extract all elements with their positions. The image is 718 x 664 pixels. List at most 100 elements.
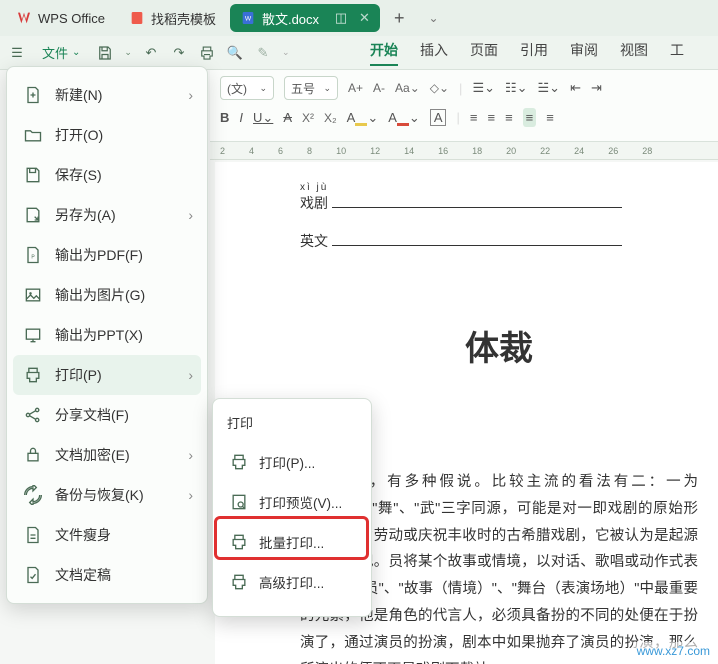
window-icon[interactable]: ◫ <box>333 10 349 26</box>
backup-icon <box>23 485 43 505</box>
tab-document-label: 散文.docx <box>262 9 319 28</box>
bold-button[interactable]: B <box>220 110 229 125</box>
save-icon[interactable] <box>96 44 114 62</box>
close-icon[interactable]: ✕ <box>359 10 370 26</box>
italic-button[interactable]: I <box>239 110 243 125</box>
file-menu-button[interactable]: 文件 ⌄ <box>36 41 86 64</box>
folder-open-icon <box>23 125 43 145</box>
clear-format-button[interactable]: ◇⌄ <box>430 81 449 95</box>
advanced-print-icon <box>229 572 249 592</box>
increase-font-button[interactable]: A+ <box>348 81 363 95</box>
tab-app[interactable]: WPS Office <box>6 4 115 32</box>
file-slim-icon <box>23 525 43 545</box>
menu-label: 文档加密(E) <box>55 445 130 465</box>
underline-button[interactable]: U⌄ <box>253 110 273 126</box>
printer-icon <box>23 365 43 385</box>
indent-button[interactable]: ⇤ <box>570 80 581 96</box>
doc-label-2: 英文 <box>300 231 698 251</box>
submenu-batch-print[interactable]: 批量打印... <box>221 522 363 562</box>
subscript-button[interactable]: X₂ <box>324 111 337 125</box>
pdf-icon: P <box>23 245 43 265</box>
chevron-down-icon: ⌄ <box>72 47 80 58</box>
image-icon <box>23 285 43 305</box>
align-justify-button[interactable]: ≡ <box>523 108 537 127</box>
highlight-button[interactable]: A⌄ <box>388 110 420 126</box>
superscript-button[interactable]: X² <box>302 111 314 125</box>
menu-final[interactable]: 文档定稿 <box>13 555 201 595</box>
align-center-button[interactable]: ≡ <box>487 110 495 125</box>
menu-label: 文档定稿 <box>55 565 111 585</box>
watermark: www.xz7.com <box>633 642 714 660</box>
tab-menu-chevron-icon[interactable]: ⌄ <box>418 11 448 25</box>
word-doc-icon: W <box>240 10 256 26</box>
strike-button[interactable]: A <box>283 110 292 125</box>
char-border-button[interactable]: A <box>430 109 447 126</box>
undo-icon[interactable]: ↶ <box>142 44 160 62</box>
menu-saveas[interactable]: 另存为(A) › <box>13 195 201 235</box>
menu-new[interactable]: 新建(N) › <box>13 75 201 115</box>
ribbon-tab-reference[interactable]: 引用 <box>520 40 548 66</box>
menu-save[interactable]: 保存(S) <box>13 155 201 195</box>
distribute-button[interactable]: ≡ <box>546 110 554 125</box>
printer-icon <box>229 452 249 472</box>
ribbon-tab-insert[interactable]: 插入 <box>420 40 448 66</box>
font-color-button[interactable]: A⌄ <box>347 110 379 126</box>
ribbon-tab-page[interactable]: 页面 <box>470 40 498 66</box>
submenu-advanced-print[interactable]: 高级打印... <box>221 562 363 602</box>
number-list-button[interactable]: ☷⌄ <box>505 80 528 96</box>
save-icon <box>23 165 43 185</box>
menu-print[interactable]: 打印(P) › <box>13 355 201 395</box>
tab-app-label: WPS Office <box>38 11 105 26</box>
file-final-icon <box>23 565 43 585</box>
multilevel-list-button[interactable]: ☱⌄ <box>538 80 561 96</box>
align-left-button[interactable]: ≡ <box>470 110 478 125</box>
preview-icon[interactable]: 🔍 <box>226 44 244 62</box>
hamburger-icon[interactable]: ☰ <box>8 44 26 62</box>
chevron-down-icon[interactable]: ⌄ <box>124 47 132 58</box>
submenu-label: 高级打印... <box>259 572 324 592</box>
submenu-label: 打印(P)... <box>259 452 315 472</box>
ribbon-tab-tool[interactable]: 工 <box>670 40 684 66</box>
redo-icon[interactable]: ↷ <box>170 44 188 62</box>
tab-template-label: 找稻壳模板 <box>151 9 216 28</box>
menu-export-image[interactable]: 输出为图片(G) <box>13 275 201 315</box>
doc-label-1: 戏剧 <box>300 193 698 213</box>
menu-encrypt[interactable]: 文档加密(E) › <box>13 435 201 475</box>
new-tab-button[interactable]: + <box>384 8 415 29</box>
ruler: 246810121416182022242628 <box>210 142 718 160</box>
menu-label: 新建(N) <box>55 85 102 105</box>
ribbon-tab-start[interactable]: 开始 <box>370 40 398 66</box>
ribbon-tab-view[interactable]: 视图 <box>620 40 648 66</box>
font-size-select[interactable]: 五号 ⌄ <box>284 76 338 100</box>
menu-slim[interactable]: 文件瘦身 <box>13 515 201 555</box>
submenu-preview[interactable]: 打印预览(V)... <box>221 482 363 522</box>
menu-label: 备份与恢复(K) <box>55 485 144 505</box>
svg-text:W: W <box>245 16 252 23</box>
template-icon <box>129 10 145 26</box>
file-menu: 新建(N) › 打开(O) 保存(S) 另存为(A) › P 输出为PDF(F)… <box>6 66 208 604</box>
outdent-button[interactable]: ⇥ <box>591 80 602 96</box>
menu-open[interactable]: 打开(O) <box>13 115 201 155</box>
menu-label: 另存为(A) <box>55 205 116 225</box>
share-icon <box>23 405 43 425</box>
chevron-right-icon: › <box>188 207 193 223</box>
menu-export-pdf[interactable]: P 输出为PDF(F) <box>13 235 201 275</box>
decrease-font-button[interactable]: A- <box>373 81 385 95</box>
format-painter-icon[interactable]: ✎ <box>254 44 272 62</box>
menu-backup[interactable]: 备份与恢复(K) › <box>13 475 201 515</box>
menu-label: 输出为PPT(X) <box>55 325 143 345</box>
print-icon[interactable] <box>198 44 216 62</box>
tab-document[interactable]: W 散文.docx ◫ ✕ <box>230 4 380 32</box>
chevron-down-icon[interactable]: ⌄ <box>282 47 290 58</box>
submenu-print[interactable]: 打印(P)... <box>221 442 363 482</box>
align-right-button[interactable]: ≡ <box>505 110 513 125</box>
svg-text:P: P <box>31 254 35 260</box>
menu-share[interactable]: 分享文档(F) <box>13 395 201 435</box>
tab-template[interactable]: 找稻壳模板 <box>119 4 226 32</box>
change-case-button[interactable]: Aa⌄ <box>395 81 420 95</box>
menu-export-ppt[interactable]: 输出为PPT(X) <box>13 315 201 355</box>
font-family-select[interactable]: (文) ⌄ <box>220 76 274 100</box>
ribbon-tab-review[interactable]: 审阅 <box>570 40 598 66</box>
bullet-list-button[interactable]: ☰⌄ <box>472 80 495 96</box>
menu-label: 输出为PDF(F) <box>55 245 143 265</box>
